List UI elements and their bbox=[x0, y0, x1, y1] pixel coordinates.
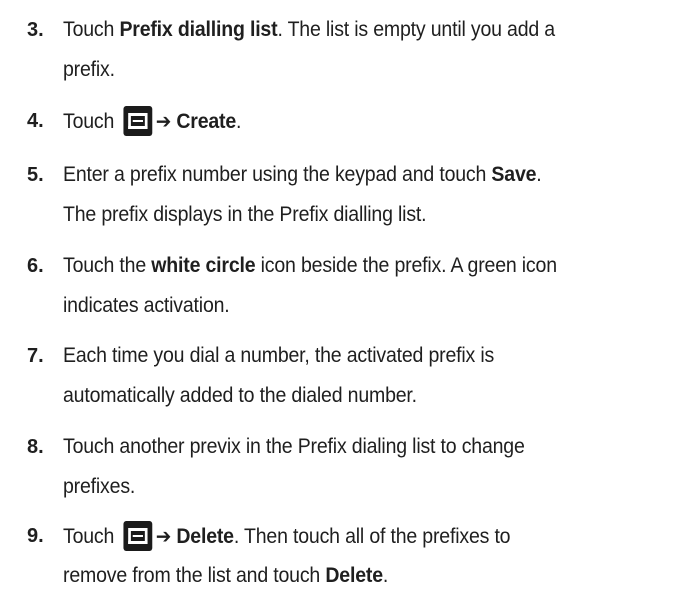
bold-term: Delete bbox=[325, 564, 383, 587]
step-number: 7. bbox=[27, 345, 44, 367]
text-run: Each time you dial a number, the activat… bbox=[63, 344, 495, 367]
step-line: Touch ➔ Delete. Then touch all of the pr… bbox=[63, 516, 630, 556]
text-run: . bbox=[236, 110, 242, 133]
text-run: Touch the bbox=[63, 254, 152, 277]
step-number: 4. bbox=[27, 110, 44, 132]
step-line: Touch another previx in the Prefix diali… bbox=[63, 427, 630, 467]
step-text: Touch another previx in the Prefix diali… bbox=[63, 427, 630, 507]
arrow-right-icon: ➔ bbox=[155, 109, 172, 133]
step-line: Touch the white circle icon beside the p… bbox=[63, 246, 630, 286]
bold-term: Create bbox=[176, 110, 237, 133]
bold-term: Save bbox=[491, 163, 537, 186]
step-line: indicates activation. bbox=[63, 286, 630, 326]
text-run: The prefix displays in the Prefix dialli… bbox=[63, 203, 427, 226]
step-line: automatically added to the dialed number… bbox=[63, 376, 630, 416]
bold-term: Prefix dialling list bbox=[119, 18, 278, 41]
text-run: remove from the list and touch bbox=[63, 564, 326, 587]
step-line: Enter a prefix number using the keypad a… bbox=[63, 155, 630, 195]
step-line: Each time you dial a number, the activat… bbox=[63, 336, 630, 376]
text-run: icon beside the prefix. A green icon bbox=[255, 254, 557, 277]
step-text: Touch ➔ Delete. Then touch all of the pr… bbox=[63, 516, 630, 596]
arrow-right-icon: ➔ bbox=[155, 524, 172, 548]
step-line: The prefix displays in the Prefix dialli… bbox=[63, 195, 630, 235]
menu-icon bbox=[123, 521, 152, 551]
text-run: prefix. bbox=[63, 58, 115, 81]
text-run: automatically added to the dialed number… bbox=[63, 384, 417, 407]
text-run: indicates activation. bbox=[63, 294, 230, 317]
bold-term: Delete bbox=[176, 525, 234, 548]
step-line: Touch ➔ Create. bbox=[63, 101, 630, 141]
step-line: prefixes. bbox=[63, 467, 630, 507]
text-run: . Then touch all of the prefixes to bbox=[233, 525, 511, 548]
step-number: 9. bbox=[27, 525, 44, 547]
step-line: remove from the list and touch Delete. bbox=[63, 556, 630, 596]
step-text: Touch ➔ Create. bbox=[63, 101, 630, 141]
step-number: 6. bbox=[27, 255, 44, 277]
text-run: . The list is empty until you add a bbox=[277, 18, 555, 41]
step-text: Enter a prefix number using the keypad a… bbox=[63, 155, 630, 235]
text-run: . bbox=[382, 564, 389, 587]
text-run: Touch bbox=[63, 18, 120, 41]
step-number: 5. bbox=[27, 164, 44, 186]
bold-term: white circle bbox=[151, 254, 256, 277]
menu-icon bbox=[123, 106, 152, 136]
text-run: Enter a prefix number using the keypad a… bbox=[63, 163, 492, 186]
step-line: prefix. bbox=[63, 50, 630, 90]
text-run: Touch bbox=[63, 110, 120, 133]
text-run: Touch another previx in the Prefix diali… bbox=[63, 435, 525, 458]
text-run: Touch bbox=[63, 525, 120, 548]
text-run: prefixes. bbox=[63, 475, 136, 498]
step-number: 3. bbox=[27, 19, 44, 41]
step-line: Touch Prefix dialling list. The list is … bbox=[63, 10, 630, 50]
step-text: Touch the white circle icon beside the p… bbox=[63, 246, 630, 326]
step-text: Touch Prefix dialling list. The list is … bbox=[63, 10, 630, 90]
step-number: 8. bbox=[27, 436, 44, 458]
text-run: . bbox=[536, 163, 542, 186]
step-text: Each time you dial a number, the activat… bbox=[63, 336, 630, 416]
